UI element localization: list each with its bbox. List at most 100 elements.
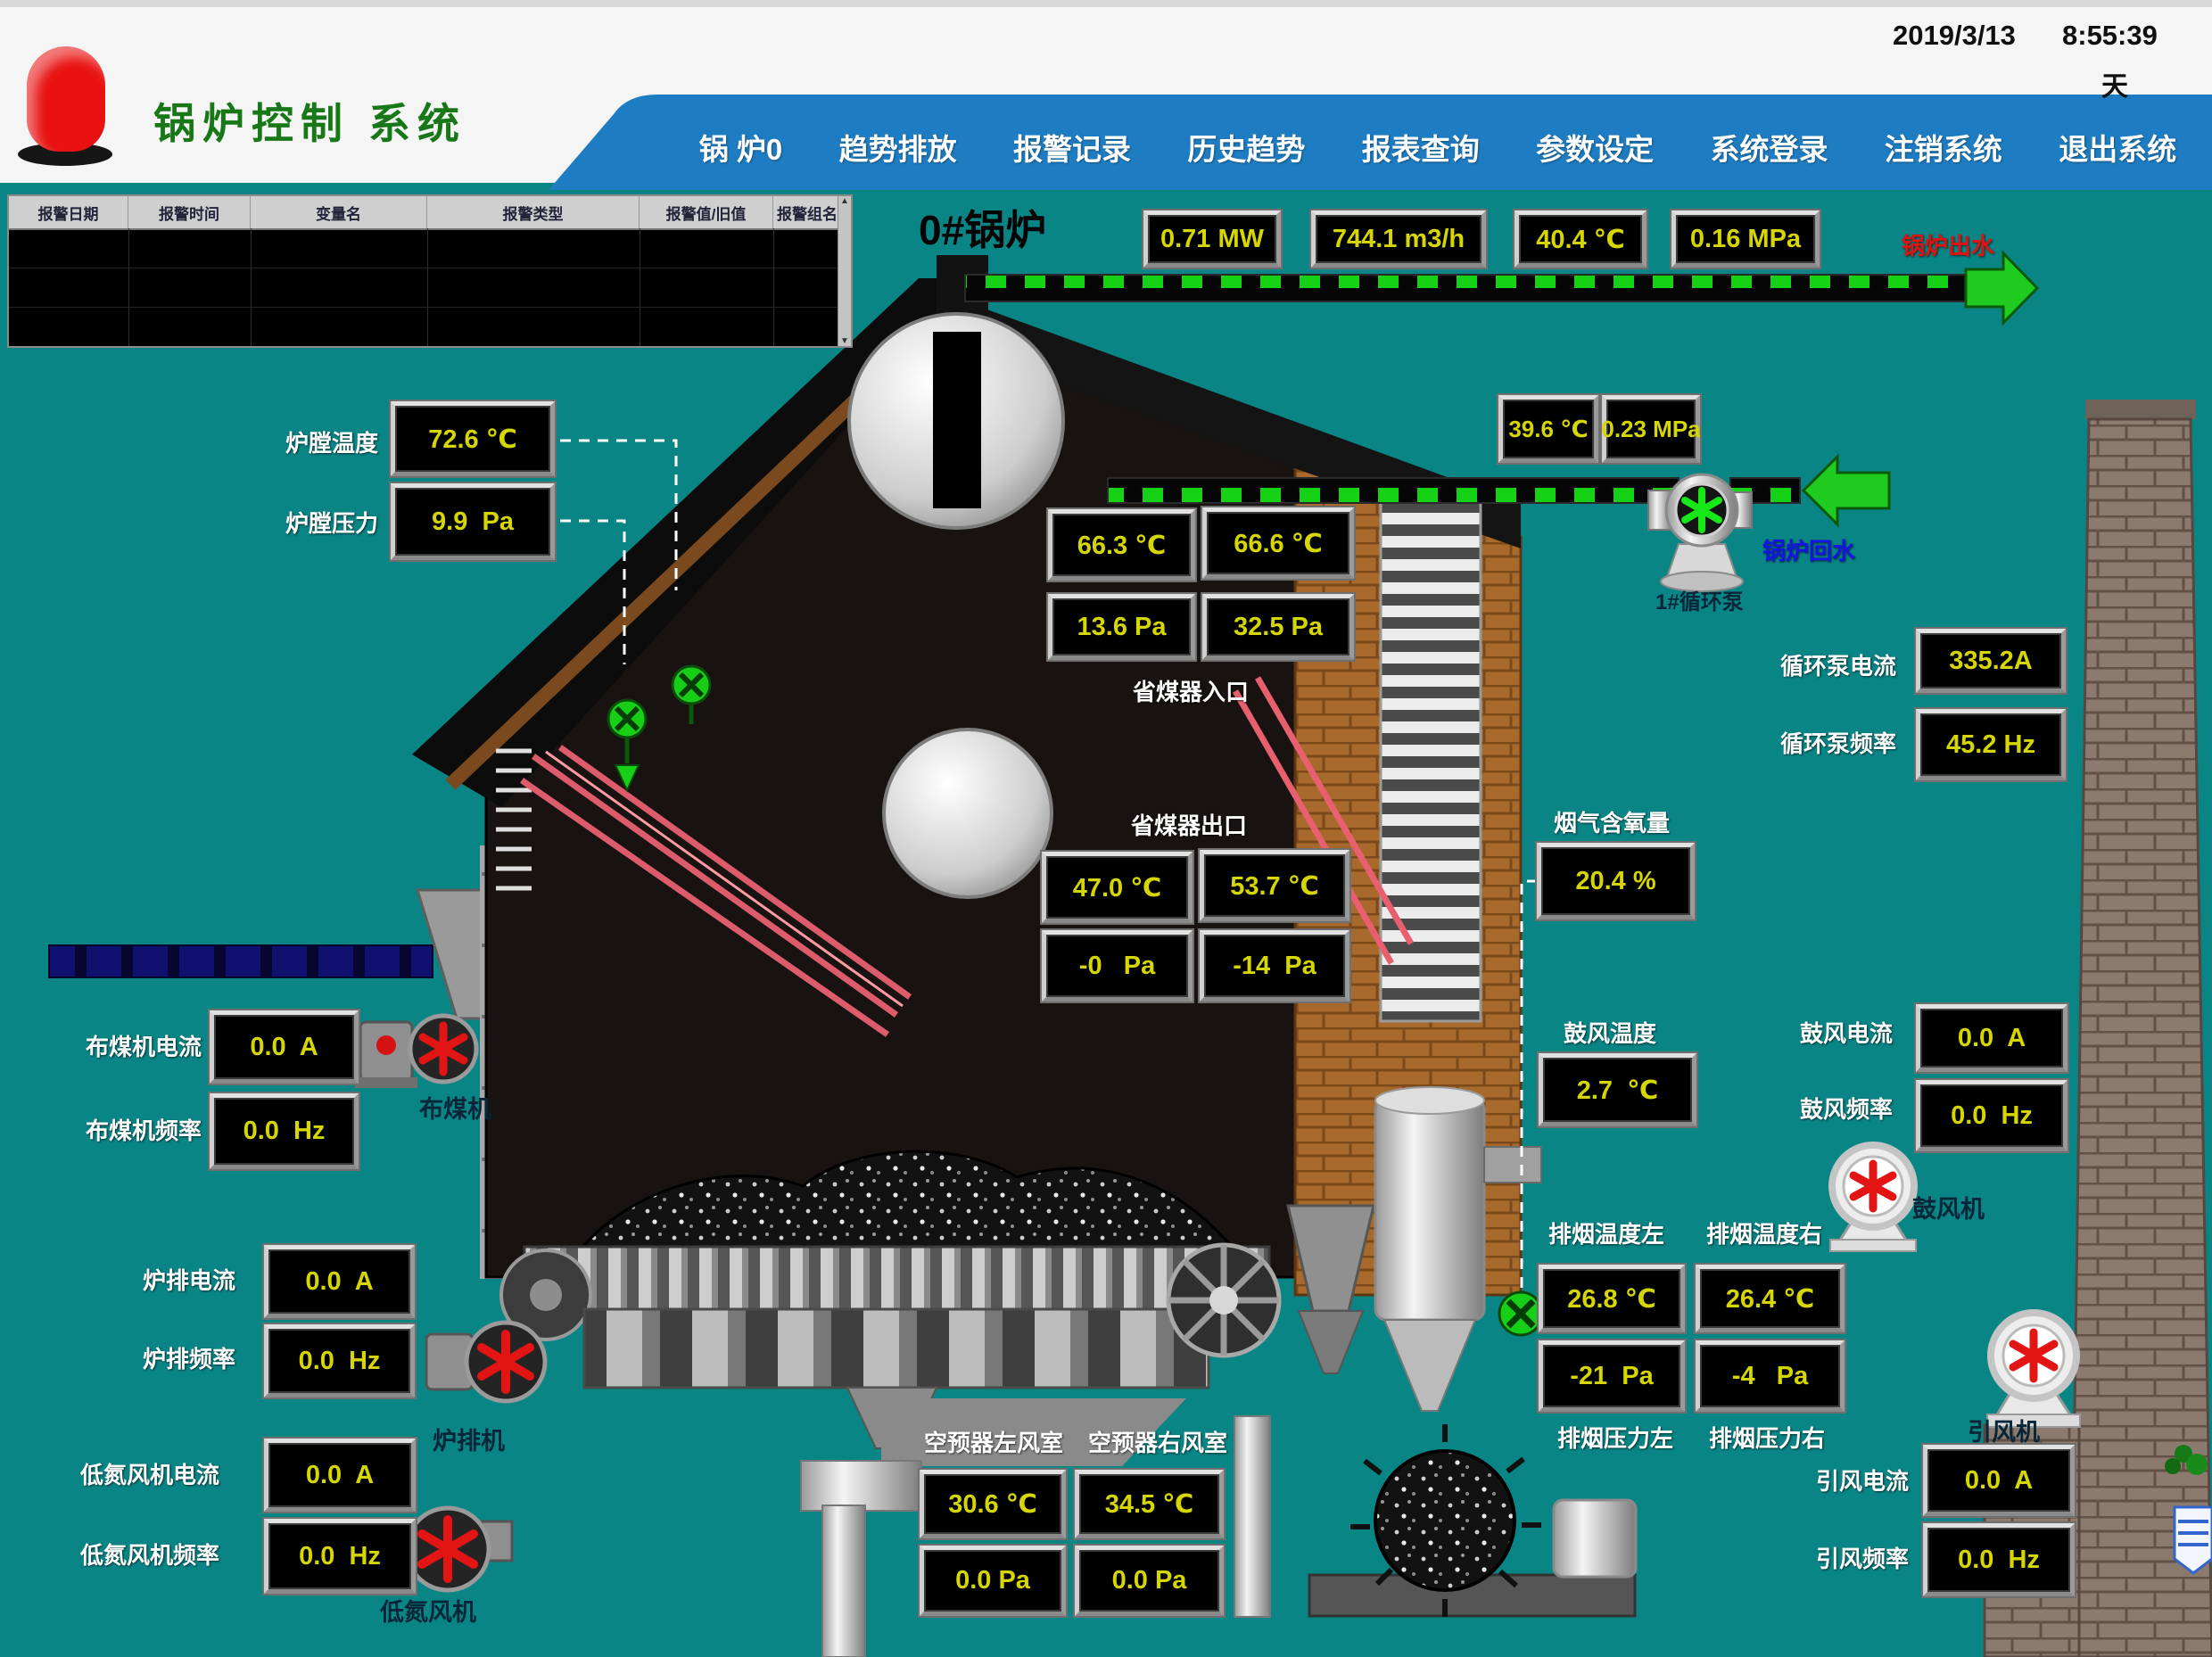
circulation-pump-icon[interactable]: [1648, 474, 1752, 591]
boiler-hmi-screen: 锅炉控制 系统 2019/3/13 8:55:39 天 锅 炉0 趋势排放 报警…: [0, 0, 2212, 1657]
column-divider: [427, 228, 428, 346]
pump-frequency-label: 循环泵频率: [1780, 726, 1896, 759]
eco-outlet-temp-right-display: 53.7 ℃: [1200, 850, 1349, 921]
furnace-temp-display: 72.6 ℃: [391, 401, 555, 476]
induced-current-label: 引风电流: [1816, 1463, 1909, 1496]
blast-fan-icon[interactable]: [1830, 1145, 1916, 1251]
feeder-frequency-label: 布煤机频率: [86, 1113, 202, 1146]
menu-item-report-query[interactable]: 报表查询: [1362, 126, 1480, 169]
exhaust-temp-right-label: 排烟温度右: [1706, 1216, 1822, 1249]
boiler-power-display: 0.71 MW: [1143, 210, 1281, 268]
pump-current-label: 循环泵电流: [1780, 648, 1896, 681]
exhaust-pressure-left-label: 排烟压力左: [1557, 1421, 1673, 1454]
grate-frequency-display: 0.0 Hz: [264, 1324, 415, 1397]
coal-feeder-fan-icon[interactable]: [355, 1016, 476, 1088]
menu-item-logout[interactable]: 注销系统: [1885, 126, 2002, 169]
eco-inlet-pressure-right-display: 32.5 Pa: [1202, 594, 1354, 660]
menu-item-history-trend[interactable]: 历史趋势: [1187, 126, 1305, 169]
lownox-frequency-display: 0.0 Hz: [264, 1519, 416, 1594]
weather-label: 天: [2101, 64, 2128, 103]
flue-oxygen-display: 20.4 %: [1537, 843, 1695, 919]
preheater-left-label: 空预器左风室: [924, 1425, 1063, 1458]
preheater-pressure-right-display: 0.0 Pa: [1075, 1546, 1224, 1616]
preheater-right-label: 空预器右风室: [1088, 1425, 1227, 1458]
menu-item-system-login[interactable]: 系统登录: [1710, 126, 1828, 169]
eco-inlet-pressure-left-display: 13.6 Pa: [1048, 594, 1195, 660]
column-divider: [773, 228, 774, 346]
low-nox-fan-icon[interactable]: [407, 1508, 512, 1590]
circulation-pump-label: 1#循环泵: [1655, 584, 1744, 615]
feeder-name: 布煤机: [419, 1090, 491, 1125]
column-divider: [251, 228, 252, 346]
eco-outlet-pressure-left-display: -0 Pa: [1042, 930, 1193, 1002]
grate-name: 炉排机: [433, 1422, 505, 1456]
menu-item-boiler0[interactable]: 锅 炉0: [699, 126, 783, 169]
exhaust-temp-right-display: 26.4 ℃: [1696, 1265, 1845, 1332]
induced-current-display: 0.0 A: [1923, 1445, 2075, 1516]
column-header: 报警组名: [773, 196, 842, 228]
lownox-name: 低氮风机: [380, 1593, 476, 1628]
return-temp-display: 39.6 ℃: [1498, 395, 1598, 463]
row-divider: [9, 307, 838, 308]
return-water-label: 锅炉回水: [1762, 533, 1855, 566]
top-bar: 锅炉控制 系统 2019/3/13 8:55:39 天 锅 炉0 趋势排放 报警…: [0, 0, 2212, 183]
blast-fan-name: 鼓风机: [1912, 1190, 1985, 1224]
column-header: 报警时间: [128, 196, 251, 228]
supply-water-label: 锅炉出水: [1902, 228, 1994, 261]
lownox-current-display: 0.0 A: [264, 1439, 416, 1512]
furnace-temp-label: 炉膛温度: [285, 425, 378, 458]
eco-inlet-temp-right-display: 66.6 ℃: [1202, 507, 1354, 579]
exhaust-pressure-left-display: -21 Pa: [1539, 1340, 1685, 1412]
menu-item-alarm-record[interactable]: 报警记录: [1013, 126, 1131, 169]
page-title: 锅炉控制 系统: [153, 89, 466, 151]
menu-item-parameter-setting[interactable]: 参数设定: [1536, 126, 1654, 169]
furnace-pressure-label: 炉膛压力: [285, 506, 378, 539]
grate-fan-icon[interactable]: [426, 1323, 545, 1401]
furnace-pressure-display: 9.9 Pa: [391, 483, 555, 560]
pump-current-display: 335.2A: [1916, 629, 2066, 693]
time-display: 8:55:39: [2062, 20, 2158, 52]
blast-current-label: 鼓风电流: [1800, 1016, 1893, 1049]
grate-current-display: 0.0 A: [264, 1245, 415, 1318]
boiler-name: 0#锅炉: [919, 198, 1046, 257]
blast-frequency-label: 鼓风频率: [1800, 1092, 1893, 1125]
exhaust-pressure-right-display: -4 Pa: [1696, 1340, 1845, 1412]
pump-frequency-display: 45.2 Hz: [1916, 709, 2066, 780]
induced-fan-name: 引风机: [1968, 1413, 2040, 1447]
lownox-frequency-label: 低氮风机频率: [80, 1537, 219, 1570]
boiler-flow-display: 744.1 m3/h: [1311, 210, 1486, 268]
menu-item-trend-discharge[interactable]: 趋势排放: [839, 126, 957, 169]
boiler-outlet-pressure-display: 0.16 MPa: [1671, 210, 1820, 268]
induced-frequency-label: 引风频率: [1816, 1541, 1909, 1574]
column-header: 变量名: [251, 196, 427, 228]
alarm-table-scrollbar[interactable]: ▲▼: [838, 196, 851, 346]
menu-item-exit[interactable]: 退出系统: [2059, 126, 2176, 169]
main-menu: 锅 炉0 趋势排放 报警记录 历史趋势 报表查询 参数设定 系统登录 注销系统 …: [671, 107, 2205, 187]
blast-current-display: 0.0 A: [1916, 1004, 2068, 1072]
blast-temp-display: 2.7 ℃: [1539, 1053, 1696, 1126]
valve-icon[interactable]: [1499, 1292, 1542, 1335]
column-divider: [128, 228, 129, 346]
blast-frequency-display: 0.0 Hz: [1916, 1080, 2068, 1151]
preheater-temp-right-display: 34.5 ℃: [1075, 1470, 1224, 1538]
induced-frequency-display: 0.0 Hz: [1923, 1523, 2075, 1596]
column-header: 报警值/旧值: [640, 196, 773, 228]
exhaust-pressure-right-label: 排烟压力右: [1709, 1421, 1825, 1454]
eco-outlet-temp-left-display: 47.0 ℃: [1042, 852, 1193, 923]
app-logo-icon: [27, 46, 105, 152]
column-header: 报警类型: [427, 196, 640, 228]
exhaust-temp-left-display: 26.8 ℃: [1539, 1265, 1685, 1332]
feeder-current-label: 布煤机电流: [86, 1029, 202, 1062]
boiler-outlet-temp-display: 40.4 ℃: [1515, 210, 1647, 268]
vendor-shield-logo: [2175, 1507, 2212, 1573]
induced-fan-icon[interactable]: [1987, 1313, 2080, 1427]
flue-oxygen-label: 烟气含氧量: [1554, 805, 1670, 838]
eco-inlet-temp-left-display: 66.3 ℃: [1048, 509, 1195, 581]
grate-frequency-label: 炉排频率: [143, 1341, 235, 1374]
date-display: 2019/3/13: [1893, 20, 2016, 52]
lownox-current-label: 低氮风机电流: [80, 1457, 219, 1490]
alarm-table-header: 报警日期 报警时间 变量名 报警类型 报警值/旧值 报警组名: [9, 196, 851, 230]
column-header: 报警日期: [9, 196, 128, 228]
return-pressure-display: 0.23 MPa: [1602, 395, 1700, 463]
alarm-table[interactable]: 报警日期 报警时间 变量名 报警类型 报警值/旧值 报警组名 ▲▼: [7, 194, 853, 348]
